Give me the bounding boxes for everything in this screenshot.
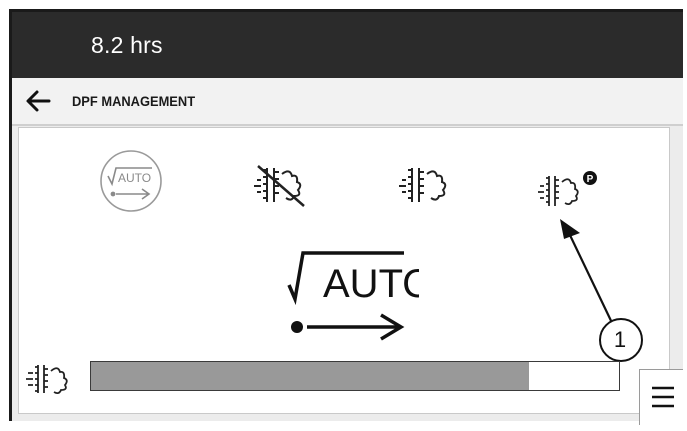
engine-hours: 8.2 hrs [91,32,163,58]
back-arrow-icon[interactable] [24,87,52,115]
regen-request-icon[interactable] [397,164,453,208]
status-bar: 8.2 hrs [12,12,683,78]
parked-regen-badge: P [587,174,594,185]
auto-regen-label: AUTO [118,171,151,185]
parked-regen-icon[interactable]: P [536,168,608,212]
auto-regen-icon[interactable]: AUTO [94,148,168,214]
menu-button[interactable] [639,369,683,425]
soot-level-bar [90,361,620,391]
page-title: DPF MANAGEMENT [72,93,196,109]
soot-level-fill [91,362,530,390]
auto-regen-large-icon: AUTO [287,251,419,341]
current-mode-label: AUTO [323,262,419,306]
soot-level-icon [26,365,68,395]
callout-number: 1 [613,327,627,352]
hamburger-menu-icon [652,386,674,408]
title-bar: DPF MANAGEMENT [12,78,683,126]
regen-inhibit-icon[interactable] [252,162,312,210]
